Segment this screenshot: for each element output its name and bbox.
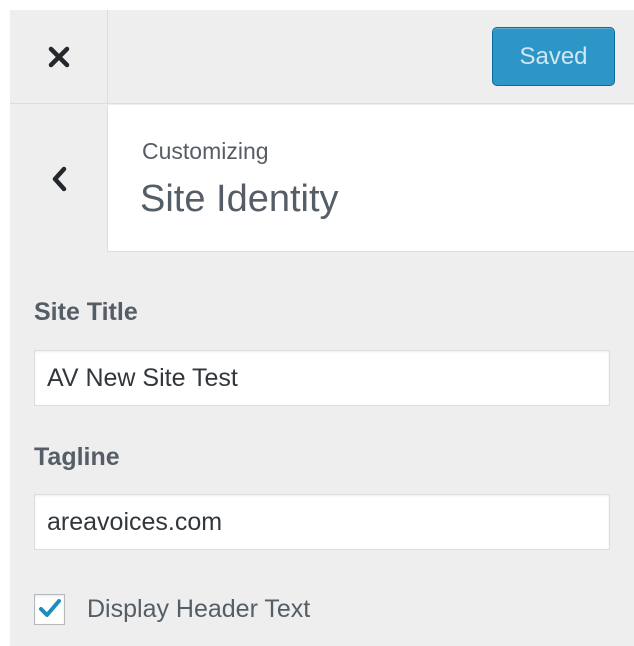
customizer-panel: Saved Customizing Site Identity Site Tit…	[10, 10, 634, 646]
back-button[interactable]	[10, 105, 108, 252]
customizer-header: Saved	[10, 10, 634, 104]
chevron-left-icon	[52, 166, 66, 191]
display-header-text-checkbox[interactable]	[34, 593, 65, 625]
tagline-label: Tagline	[34, 443, 120, 471]
site-title-input[interactable]	[34, 350, 610, 406]
section-title: Site Identity	[140, 178, 339, 220]
close-button[interactable]	[10, 10, 108, 104]
close-x-icon	[48, 46, 69, 68]
tagline-input[interactable]	[34, 494, 610, 550]
checkmark-icon	[38, 599, 61, 617]
section-header: Customizing Site Identity	[10, 105, 634, 252]
customizing-eyebrow: Customizing	[142, 138, 269, 164]
saved-button[interactable]: Saved	[492, 27, 615, 86]
site-title-label: Site Title	[34, 298, 138, 326]
display-header-text-label: Display Header Text	[87, 594, 311, 623]
display-header-text-row: Display Header Text	[34, 592, 310, 626]
